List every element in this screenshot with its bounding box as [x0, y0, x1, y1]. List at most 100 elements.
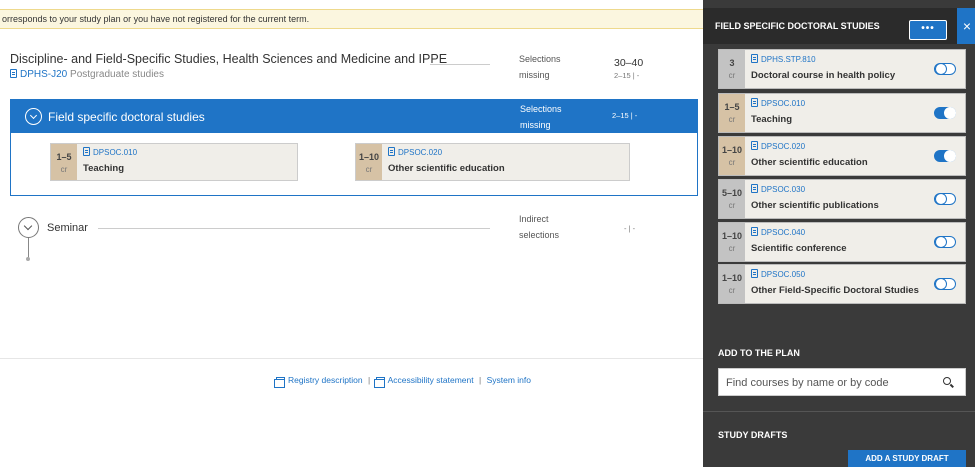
- course-search-box: [718, 368, 966, 396]
- course-code-row: DPSOC.010: [83, 147, 137, 157]
- credit-unit: cr: [728, 158, 736, 167]
- credit-box: 1–10 cr: [356, 144, 382, 180]
- toggle-knob: [935, 63, 947, 75]
- missing-label: missing: [519, 70, 550, 80]
- add-study-draft-button[interactable]: ADD A STUDY DRAFT: [848, 450, 966, 467]
- credit-range: 1–10: [358, 152, 380, 162]
- accessibility-statement-link[interactable]: Accessibility statement: [388, 375, 474, 385]
- credit-range: 1–10: [721, 273, 743, 283]
- selections-label: Selections: [520, 104, 562, 114]
- more-options-button[interactable]: •••: [909, 20, 947, 40]
- toggle-knob: [944, 107, 956, 119]
- search-icon[interactable]: [943, 377, 951, 385]
- credit-range: 3: [729, 58, 735, 68]
- discipline-code-row: DPHS-J20 Postgraduate studies: [10, 69, 164, 80]
- field-credits-sub: 2–15 | -: [612, 111, 638, 120]
- selections-label: selections: [519, 230, 560, 240]
- course-code-link[interactable]: DPSOC.010: [761, 99, 805, 108]
- chevron-down-icon: [23, 221, 33, 231]
- course-code-link[interactable]: DPSOC.020: [398, 148, 442, 157]
- seminar-selections-status: Indirect selections: [519, 211, 559, 243]
- document-icon: [751, 227, 758, 236]
- course-code-link[interactable]: DPSOC.030: [761, 185, 805, 194]
- system-info-link[interactable]: System info: [487, 375, 531, 385]
- divider: [98, 228, 490, 229]
- panel-course-card[interactable]: 3 cr DPHS.STP.810 Doctoral course in hea…: [718, 49, 966, 89]
- course-name: Other scientific publications: [751, 200, 879, 211]
- toggle-knob: [944, 150, 956, 162]
- credit-range: 1–5: [724, 102, 740, 112]
- credit-range: 1–5: [56, 152, 72, 162]
- course-card-teaching[interactable]: 1–5 cr DPSOC.010 Teaching: [50, 143, 298, 181]
- field-specific-header[interactable]: Field specific doctoral studies Selectio…: [11, 100, 697, 133]
- panel-course-card[interactable]: 5–10 cr DPSOC.030 Other scientific publi…: [718, 179, 966, 219]
- credit-unit: cr: [728, 244, 736, 253]
- credit-box: 1–10 cr: [719, 265, 745, 303]
- credit-unit: cr: [728, 71, 736, 80]
- document-icon: [388, 147, 395, 156]
- separator: |: [478, 375, 482, 385]
- course-toggle[interactable]: [934, 236, 956, 248]
- course-toggle[interactable]: [934, 193, 956, 205]
- close-panel-button[interactable]: ×: [957, 8, 975, 44]
- toggle-knob: [935, 278, 947, 290]
- course-code-row: DPSOC.050: [751, 269, 805, 279]
- course-code-link[interactable]: DPSOC.050: [761, 270, 805, 279]
- credit-range: 5–10: [721, 188, 743, 198]
- course-name: Teaching: [751, 114, 792, 125]
- course-code-link[interactable]: DPSOC.040: [761, 228, 805, 237]
- credit-unit: cr: [728, 115, 736, 124]
- external-window-icon: [274, 377, 285, 388]
- registry-description-link[interactable]: Registry description: [288, 375, 363, 385]
- course-search-input[interactable]: [726, 374, 936, 392]
- credit-unit: cr: [60, 165, 68, 174]
- field-specific-title: Field specific doctoral studies: [48, 110, 205, 124]
- toggle-knob: [935, 193, 947, 205]
- course-name: Scientific conference: [751, 243, 847, 254]
- document-icon: [751, 269, 758, 278]
- panel-divider: [703, 411, 975, 412]
- panel-course-card[interactable]: 1–10 cr DPSOC.020 Other scientific educa…: [718, 136, 966, 176]
- course-name: Other scientific education: [388, 163, 505, 174]
- course-toggle[interactable]: [934, 278, 956, 290]
- course-name: Teaching: [83, 163, 124, 174]
- course-code-link[interactable]: DPSOC.010: [93, 148, 137, 157]
- credit-box: 3 cr: [719, 50, 745, 88]
- document-icon: [751, 141, 758, 150]
- course-code-link[interactable]: DPHS.STP.810: [761, 55, 816, 64]
- course-toggle[interactable]: [934, 150, 956, 162]
- credit-box: 1–5 cr: [719, 94, 745, 132]
- divider: [430, 64, 490, 65]
- discipline-selections-status: Selections missing: [519, 51, 561, 83]
- tree-node-dot: [26, 257, 30, 261]
- course-card-other-scientific-education[interactable]: 1–10 cr DPSOC.020 Other scientific educa…: [355, 143, 630, 181]
- footer-links: Registry description | Accessibility sta…: [274, 375, 531, 388]
- discipline-credits-sub: 2–15 | -: [614, 71, 640, 80]
- panel-course-card[interactable]: 1–10 cr DPSOC.050 Other Field-Specific D…: [718, 264, 966, 304]
- course-toggle[interactable]: [934, 63, 956, 75]
- collapse-button[interactable]: [25, 108, 42, 125]
- document-icon: [751, 54, 758, 63]
- course-name: Doctoral course in health policy: [751, 70, 896, 81]
- course-name: Other Field-Specific Doctoral Studies: [751, 285, 919, 296]
- course-code-link[interactable]: DPSOC.020: [761, 142, 805, 151]
- field-specific-section: Field specific doctoral studies Selectio…: [10, 99, 698, 196]
- seminar-title[interactable]: Seminar: [47, 222, 88, 234]
- add-to-plan-label: ADD TO THE PLAN: [718, 348, 800, 358]
- toggle-knob: [935, 236, 947, 248]
- chevron-down-icon: [29, 111, 38, 120]
- course-toggle[interactable]: [934, 107, 956, 119]
- footer-divider: [0, 358, 703, 359]
- missing-label: missing: [520, 120, 551, 130]
- credit-range: 1–10: [721, 145, 743, 155]
- seminar-expand-button[interactable]: [18, 217, 39, 238]
- study-drafts-label: STUDY DRAFTS: [718, 430, 788, 440]
- panel-course-card[interactable]: 1–10 cr DPSOC.040 Scientific conference: [718, 222, 966, 262]
- panel-course-card[interactable]: 1–5 cr DPSOC.010 Teaching: [718, 93, 966, 133]
- document-icon: [751, 184, 758, 193]
- document-icon: [10, 69, 17, 78]
- course-selection-panel: FIELD SPECIFIC DOCTORAL STUDIES ••• × 3 …: [703, 0, 975, 467]
- discipline-code-link[interactable]: DPHS-J20: [20, 69, 67, 80]
- credit-unit: cr: [728, 201, 736, 210]
- credit-unit: cr: [365, 165, 373, 174]
